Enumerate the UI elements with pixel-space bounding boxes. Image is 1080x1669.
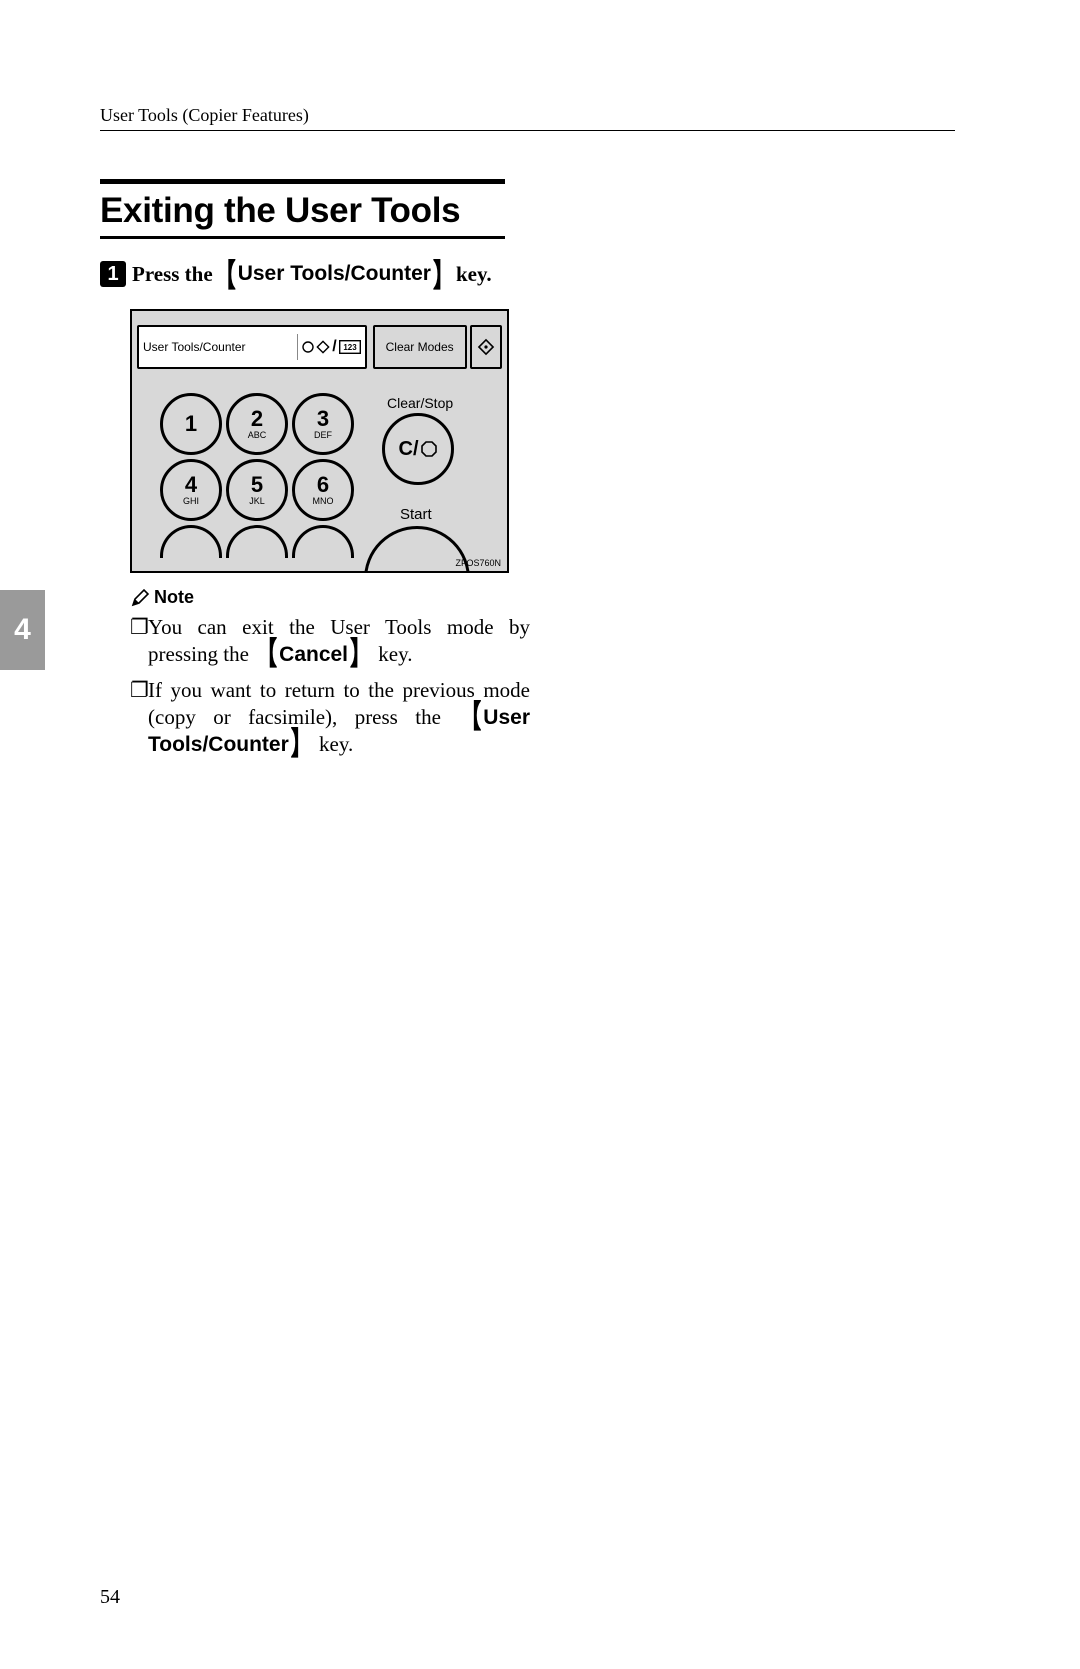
key-5[interactable]: 5JKL	[226, 459, 288, 521]
numeric-keypad: 1 2ABC 3DEF 4GHI 5JKL 6MNO	[160, 393, 352, 519]
keypad-row-3-partial	[160, 525, 352, 558]
square-bullet-icon: ❐	[130, 677, 148, 759]
right-bracket-icon: 】	[433, 252, 454, 297]
stop-octagon-icon	[420, 440, 438, 458]
note-heading-text: Note	[154, 587, 194, 608]
user-tools-counter-label: User Tools/Counter	[143, 340, 246, 354]
clear-modes-label: Clear Modes	[386, 340, 454, 354]
step-number-badge: 1	[100, 261, 126, 287]
key-3[interactable]: 3DEF	[292, 393, 354, 455]
start-button[interactable]	[364, 526, 470, 573]
clear-modes-button[interactable]: Clear Modes	[373, 325, 467, 369]
user-tools-counter-button[interactable]: User Tools/Counter / 123	[137, 325, 367, 369]
mode-icon-button[interactable]	[470, 325, 502, 369]
clear-stop-label: Clear/Stop	[387, 395, 453, 411]
square-bullet-icon: ❐	[130, 614, 148, 669]
circle-icon	[302, 341, 314, 353]
counter-123-icon: 123	[339, 340, 361, 354]
panel-top-row: User Tools/Counter / 123 Clear Modes	[137, 327, 502, 367]
note-item-2: ❐ If you want to return to the previous …	[130, 677, 530, 759]
step-key-name: User Tools/Counter	[238, 262, 431, 286]
note-item-1: ❐ You can exit the User Tools mode by pr…	[130, 614, 530, 669]
step-text-pre: Press the	[132, 262, 213, 287]
clear-stop-button[interactable]: C/	[382, 413, 454, 485]
key-9-partial[interactable]	[292, 525, 354, 558]
key-7-partial[interactable]	[160, 525, 222, 558]
left-bracket-icon: 【	[215, 252, 236, 297]
page-number: 54	[100, 1586, 120, 1609]
note-list: ❐ You can exit the User Tools mode by pr…	[130, 614, 530, 758]
left-bracket-icon: 【	[256, 634, 277, 675]
start-label: Start	[400, 506, 432, 523]
key-1[interactable]: 1	[160, 393, 222, 455]
user-tools-icon-group: / 123	[297, 334, 360, 360]
pencil-icon	[130, 588, 150, 608]
key-6[interactable]: 6MNO	[292, 459, 354, 521]
page: User Tools (Copier Features) Exiting the…	[0, 0, 1080, 1669]
clear-stop-c: C/	[399, 438, 419, 461]
section-title: Exiting the User Tools	[100, 179, 505, 239]
note-2-body: If you want to return to the previous mo…	[148, 677, 530, 759]
right-bracket-icon: 】	[350, 634, 371, 675]
note-1-body: You can exit the User Tools mode by pres…	[148, 614, 530, 669]
slash-icon: /	[332, 338, 336, 356]
right-bracket-icon: 】	[291, 724, 312, 765]
diamond-icon	[316, 340, 330, 354]
key-8-partial[interactable]	[226, 525, 288, 558]
figure-code: ZFOS760N	[455, 558, 501, 568]
chapter-tab: 4	[0, 590, 45, 670]
left-bracket-icon: 【	[460, 697, 481, 738]
control-panel-figure: User Tools/Counter / 123 Clear Modes 1 2…	[130, 309, 509, 573]
key-2[interactable]: 2ABC	[226, 393, 288, 455]
key-4[interactable]: 4GHI	[160, 459, 222, 521]
step-1: 1 Press the 【 User Tools/Counter 】 key.	[100, 259, 980, 289]
svg-text:123: 123	[343, 343, 357, 352]
note-heading: Note	[130, 587, 980, 608]
diamond-icon	[477, 338, 495, 356]
running-head: User Tools (Copier Features)	[100, 105, 955, 131]
step-text-post: key.	[456, 262, 492, 287]
